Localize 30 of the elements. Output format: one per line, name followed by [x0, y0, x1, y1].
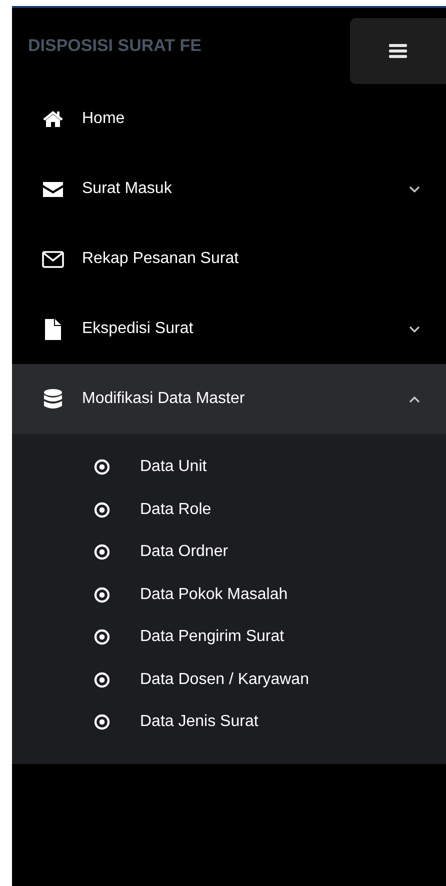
- circle-dot-icon: [94, 502, 110, 518]
- envelope-icon: [42, 250, 64, 268]
- menu-item[interactable]: Surat Masuk: [12, 154, 446, 224]
- circle-dot-icon: [94, 544, 110, 560]
- envelope-icon: [42, 180, 64, 198]
- menu-item[interactable]: Home: [12, 84, 446, 154]
- submenu-item[interactable]: Data Ordner: [12, 531, 446, 574]
- circle-dot-icon: [94, 629, 110, 646]
- database-icon: [44, 388, 62, 410]
- chevron-down-icon: [409, 326, 420, 332]
- menu-item[interactable]: Rekap Pesanan Surat: [12, 224, 446, 294]
- chevron-down-icon: [409, 186, 420, 192]
- chevron-up-icon: [409, 396, 420, 402]
- submenu-item[interactable]: Data Pengirim Surat: [12, 616, 446, 658]
- menu-item[interactable]: Modifikasi Data Master: [12, 364, 446, 434]
- circle-dot-icon: [94, 714, 110, 730]
- menu-icon: [389, 43, 407, 59]
- submenu-item[interactable]: Data Dosen / Karyawan: [12, 658, 446, 701]
- menu-button[interactable]: [350, 18, 446, 84]
- circle-dot-icon: [94, 586, 110, 603]
- submenu-item[interactable]: Data Jenis Surat: [12, 701, 446, 744]
- circle-dot-icon: [94, 672, 110, 688]
- home-icon: [42, 110, 64, 128]
- submenu-item[interactable]: Data Role: [12, 488, 446, 531]
- file-icon: [45, 318, 61, 340]
- submenu-item[interactable]: Data Pokok Masalah: [12, 574, 446, 616]
- circle-dot-icon: [94, 459, 110, 476]
- menu-item[interactable]: Ekspedisi Surat: [12, 294, 446, 364]
- submenu-item[interactable]: Data Unit: [12, 446, 446, 488]
- brand-title: DISPOSISI SURAT FE: [28, 36, 202, 56]
